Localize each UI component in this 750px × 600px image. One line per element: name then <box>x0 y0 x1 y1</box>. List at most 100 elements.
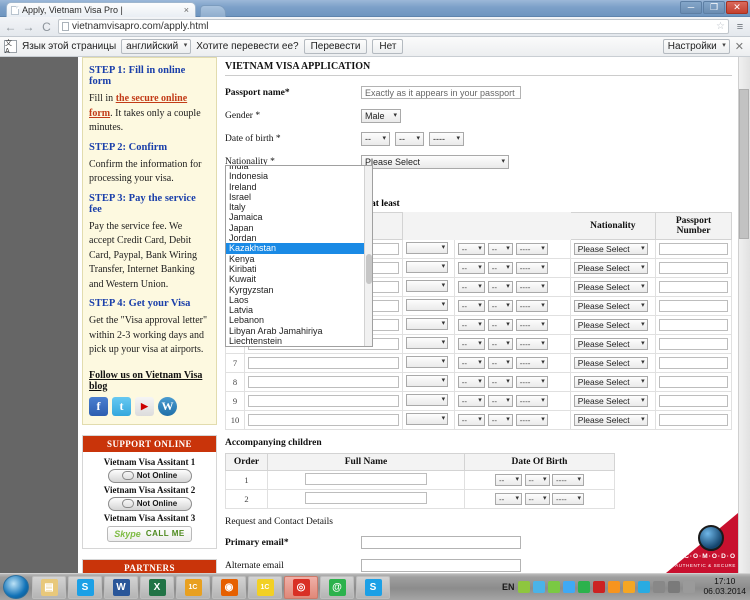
row-nationality-select[interactable]: Please Select <box>573 414 648 426</box>
row-nationality-select[interactable]: Please Select <box>573 338 648 350</box>
child-dob-month-select[interactable]: -- <box>524 474 550 486</box>
row-passport-input[interactable] <box>659 395 728 407</box>
forward-icon[interactable]: → <box>22 20 35 34</box>
dob-day-select[interactable]: -- <box>361 131 390 146</box>
row-passport-input[interactable] <box>659 357 728 369</box>
page-scrollbar-thumb[interactable] <box>739 89 749 239</box>
row-dob-month-select[interactable]: -- <box>487 338 513 350</box>
tray-icon-0[interactable] <box>518 581 531 593</box>
row-nationality-select[interactable]: Please Select <box>573 395 648 407</box>
row-dob-year-select[interactable]: ---- <box>515 262 548 274</box>
dropdown-scrollbar[interactable] <box>364 166 372 346</box>
taskbar-item-onec-red[interactable]: 1C <box>176 575 210 599</box>
facebook-icon[interactable]: f <box>89 396 108 416</box>
row-dob-month-select[interactable]: -- <box>487 319 513 331</box>
alternate-email-input[interactable] <box>361 559 521 572</box>
row-passport-input[interactable] <box>659 338 728 350</box>
row-nationality-select[interactable]: Please Select <box>573 243 648 255</box>
row-dob-month-select[interactable]: -- <box>487 376 513 388</box>
row-gender-select[interactable] <box>406 242 449 254</box>
row-dob-year-select[interactable]: ---- <box>515 357 548 369</box>
nationality-option[interactable]: Lithuania <box>226 346 372 347</box>
row-dob-day-select[interactable]: -- <box>457 262 485 274</box>
tab-close-icon[interactable]: × <box>182 5 191 15</box>
row-gender-select[interactable] <box>406 280 449 292</box>
translate-close-icon[interactable]: ✕ <box>735 40 746 53</box>
row-dob-year-select[interactable]: ---- <box>515 395 548 407</box>
start-button[interactable] <box>3 575 29 599</box>
row-full-name-input[interactable] <box>247 357 400 369</box>
row-dob-day-select[interactable]: -- <box>457 243 485 255</box>
row-gender-select[interactable] <box>406 337 449 349</box>
nationality-option[interactable]: Japan <box>226 223 372 233</box>
child-dob-year-select[interactable]: ---- <box>552 493 585 505</box>
nationality-option[interactable]: Laos <box>226 295 372 305</box>
gender-select[interactable]: Male <box>361 108 401 123</box>
taskbar-item-onec-yellow[interactable]: 1C <box>248 575 282 599</box>
nationality-options-list[interactable]: India Indonesia Ireland Israel Italy Jamaica J… <box>225 165 373 347</box>
youtube-icon[interactable]: ▶ <box>135 396 154 416</box>
row-dob-day-select[interactable]: -- <box>457 414 485 426</box>
child-dob-day-select[interactable]: -- <box>494 493 522 505</box>
row-gender-select[interactable] <box>406 356 449 368</box>
child-dob-day-select[interactable]: -- <box>494 474 522 486</box>
address-bar[interactable]: vietnamvisapro.com/apply.html ☆ <box>58 19 729 34</box>
tray-icon-2[interactable] <box>548 581 561 593</box>
row-dob-month-select[interactable]: -- <box>487 281 513 293</box>
row-gender-select[interactable] <box>406 375 449 387</box>
translate-language-select[interactable]: английский <box>121 39 192 54</box>
taskbar-item-explorer[interactable]: ▤ <box>32 575 66 599</box>
nationality-option[interactable]: Kiribati <box>226 264 372 274</box>
row-gender-select[interactable] <box>406 394 449 406</box>
nationality-option[interactable]: Ireland <box>226 182 372 192</box>
child-full-name-input[interactable] <box>305 492 427 504</box>
passport-name-input[interactable]: Exactly as it appears in your passport <box>361 86 521 99</box>
nationality-option[interactable]: Italy <box>226 202 372 212</box>
row-passport-input[interactable] <box>659 414 728 426</box>
child-dob-year-select[interactable]: ---- <box>552 474 585 486</box>
translate-no-button[interactable]: Нет <box>372 39 404 54</box>
row-gender-select[interactable] <box>406 299 449 311</box>
taskbar-item-word[interactable]: W <box>104 575 138 599</box>
row-passport-input[interactable] <box>659 376 728 388</box>
tray-icon-10[interactable] <box>668 581 681 593</box>
bookmark-star-icon[interactable]: ☆ <box>716 21 725 32</box>
new-tab-button[interactable] <box>200 5 226 17</box>
primary-email-input[interactable] <box>361 536 521 549</box>
row-dob-year-select[interactable]: ---- <box>515 338 548 350</box>
row-nationality-select[interactable]: Please Select <box>573 357 648 369</box>
nationality-option[interactable]: Latvia <box>226 305 372 315</box>
tray-icon-3[interactable] <box>563 581 576 593</box>
row-full-name-input[interactable] <box>247 376 400 388</box>
row-dob-day-select[interactable]: -- <box>457 357 485 369</box>
row-dob-month-select[interactable]: -- <box>487 300 513 312</box>
row-dob-month-select[interactable]: -- <box>487 262 513 274</box>
child-full-name-input[interactable] <box>305 473 427 485</box>
taskbar-item-firefox[interactable]: ◉ <box>212 575 246 599</box>
assistant-1-status-button[interactable]: Not Online <box>107 468 192 483</box>
row-nationality-select[interactable]: Please Select <box>573 262 648 274</box>
row-gender-select[interactable] <box>406 413 449 425</box>
tray-icon-11[interactable] <box>683 581 696 593</box>
nationality-option[interactable]: Israel <box>226 192 372 202</box>
nationality-option[interactable]: Kazakhstan <box>226 243 372 254</box>
reload-icon[interactable]: C <box>40 20 53 34</box>
minimize-button[interactable]: － <box>680 1 702 14</box>
tray-icon-4[interactable] <box>578 581 591 593</box>
tray-icon-6[interactable] <box>608 581 621 593</box>
row-gender-select[interactable] <box>406 318 449 330</box>
row-gender-select[interactable] <box>406 261 449 273</box>
skype-call-me-button[interactable]: Skype CALL ME <box>107 525 192 542</box>
nationality-option[interactable]: Libyan Arab Jamahiriya <box>226 326 372 336</box>
tray-icon-1[interactable] <box>533 581 546 593</box>
taskbar-item-skype[interactable]: S <box>68 575 102 599</box>
dob-month-select[interactable]: -- <box>395 131 424 146</box>
translate-settings-button[interactable]: Настройки <box>662 39 730 54</box>
row-dob-month-select[interactable]: -- <box>487 357 513 369</box>
row-dob-month-select[interactable]: -- <box>487 243 513 255</box>
row-dob-day-select[interactable]: -- <box>457 338 485 350</box>
nationality-option[interactable]: Jordan <box>226 233 372 243</box>
row-dob-year-select[interactable]: ---- <box>515 319 548 331</box>
row-full-name-input[interactable] <box>247 414 400 426</box>
taskbar-item-chrome[interactable]: ◎ <box>284 575 318 599</box>
